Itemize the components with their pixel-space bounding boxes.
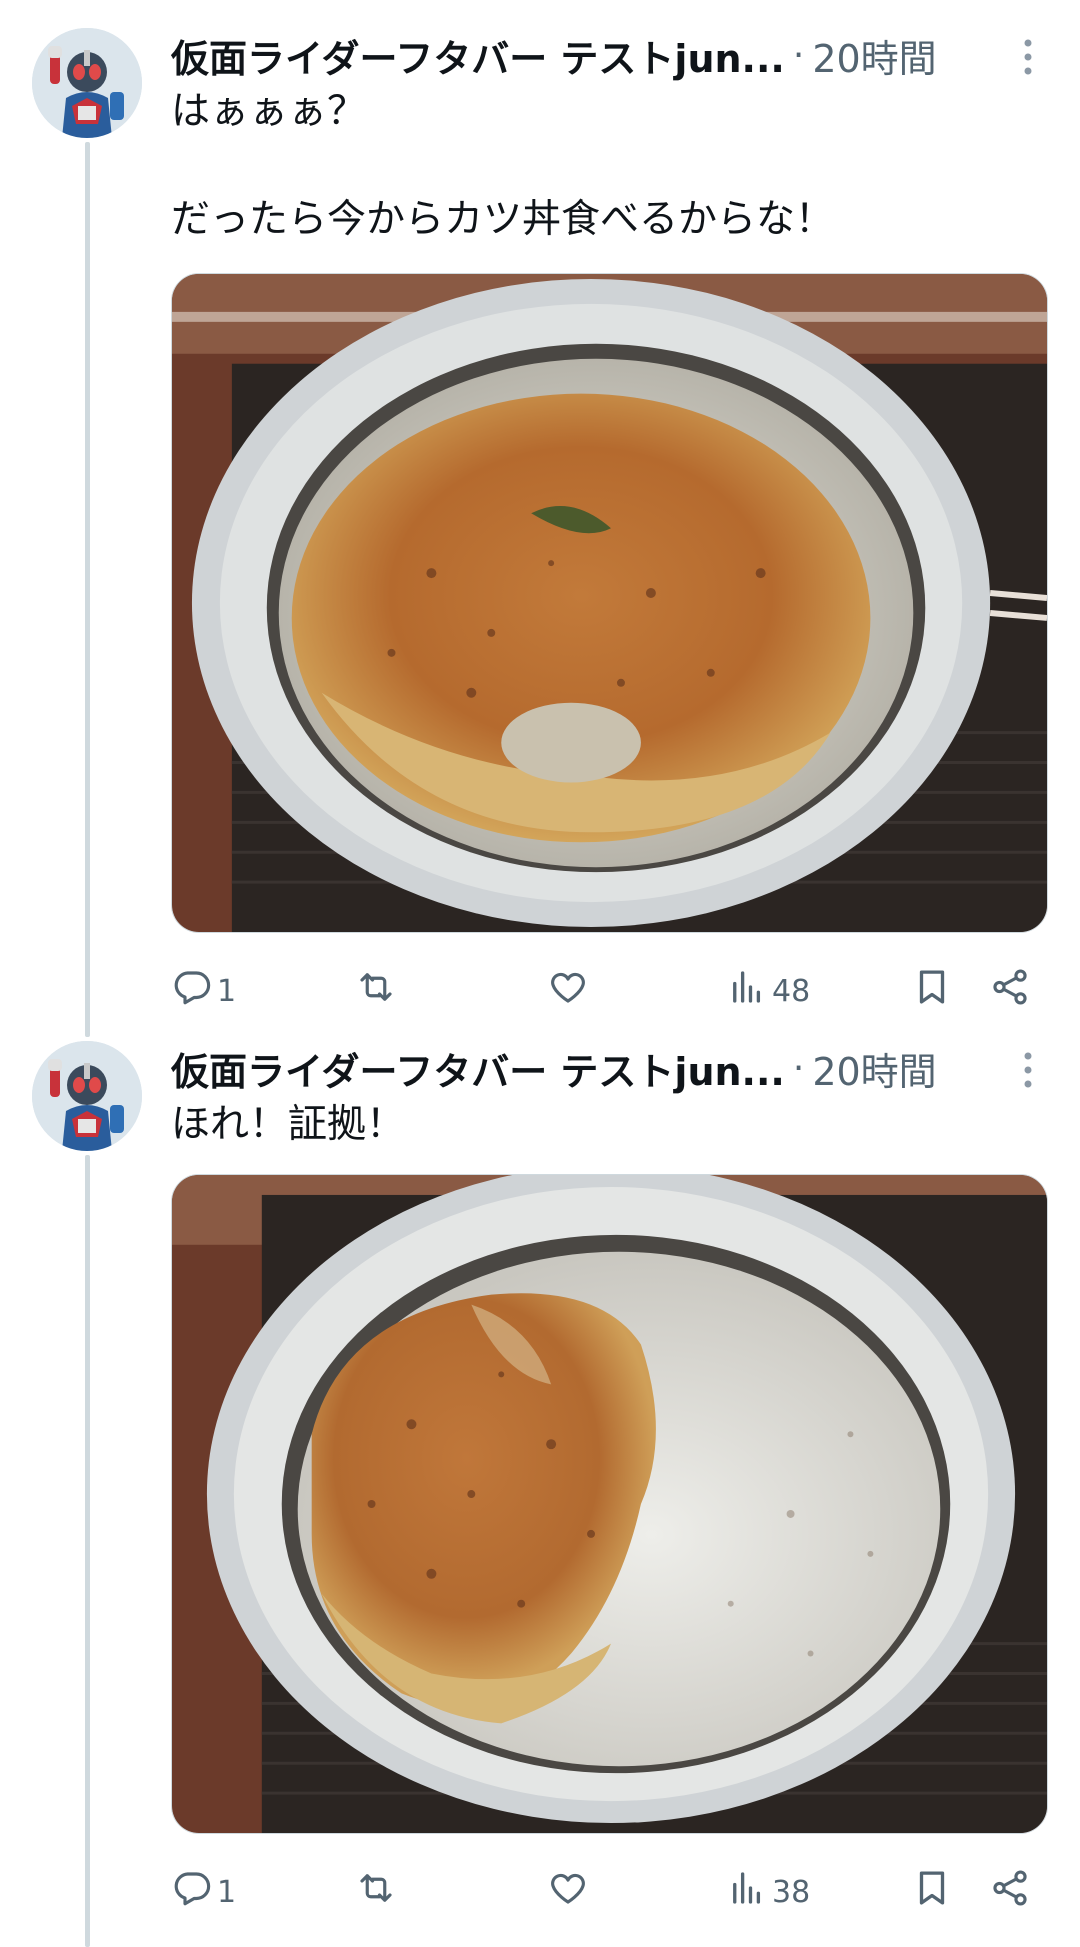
bookmark-button[interactable] [911, 1862, 953, 1922]
like-button[interactable] [547, 961, 593, 1021]
tweet-text-line: はぁぁぁ？ [171, 89, 367, 134]
retweet-icon [355, 1867, 397, 1917]
author-name[interactable]: 仮面ライダーフタバー テストjun... [171, 1041, 785, 1096]
views-button[interactable]: 48 [726, 961, 810, 1021]
tweet[interactable]: 仮面ライダーフタバー テストjun... · 20時間 ほれ！証拠！ 1 38 [0, 1038, 1080, 1938]
reply-button[interactable]: 1 [171, 961, 236, 1021]
timestamp[interactable]: 20時間 [812, 1041, 936, 1096]
avatar[interactable] [32, 1041, 142, 1151]
tweet-text-line [171, 139, 1048, 193]
tweet-text-line: ほれ！証拠！ [171, 1102, 406, 1147]
tweet[interactable]: 仮面ライダーフタバー テストjun... · 20時間 はぁぁぁ？ だったら今か… [0, 25, 1080, 1015]
bookmark-button[interactable] [911, 961, 953, 1021]
like-icon [547, 1867, 589, 1917]
tweet-photo[interactable] [171, 273, 1048, 933]
retweet-icon [355, 966, 397, 1016]
share-button[interactable] [989, 961, 1031, 1021]
share-icon [989, 1867, 1031, 1917]
reply-icon [171, 1867, 213, 1917]
timestamp[interactable]: 20時間 [812, 28, 936, 83]
tweet-header: 仮面ライダーフタバー テストjun... · 20時間 [171, 25, 1048, 85]
more-icon[interactable] [1008, 1048, 1048, 1092]
next-tweet-peek [0, 1935, 1080, 1947]
tweet-actions: 1 38 [171, 1862, 1048, 1922]
reply-count: 1 [217, 973, 237, 1009]
separator: · [792, 1047, 805, 1089]
separator: · [792, 34, 805, 76]
views-icon [726, 1867, 768, 1917]
reply-button[interactable]: 1 [171, 1862, 236, 1922]
more-icon[interactable] [1008, 35, 1048, 79]
views-count: 48 [772, 973, 811, 1009]
bookmark-icon [911, 1867, 953, 1917]
bookmark-icon [911, 966, 953, 1016]
like-icon [547, 966, 589, 1016]
views-button[interactable]: 38 [726, 1862, 810, 1922]
like-button[interactable] [547, 1862, 593, 1922]
tweet-text: はぁぁぁ？ だったら今からカツ丼食べるからな！ [171, 85, 1048, 247]
views-count: 38 [772, 1874, 811, 1910]
share-icon [989, 966, 1031, 1016]
tweet-text-line: だったら今からカツ丼食べるからな！ [171, 197, 835, 242]
tweet-header: 仮面ライダーフタバー テストjun... · 20時間 [171, 1038, 1048, 1098]
author-name[interactable]: 仮面ライダーフタバー テストjun... [171, 28, 785, 83]
tweet-text: ほれ！証拠！ [171, 1098, 1048, 1152]
avatar[interactable] [32, 28, 142, 138]
views-icon [726, 966, 768, 1016]
timeline-feed: 仮面ライダーフタバー テストjun... · 20時間 はぁぁぁ？ だったら今か… [0, 0, 1080, 1947]
retweet-button[interactable] [355, 1862, 401, 1922]
reply-icon [171, 966, 213, 1016]
tweet-actions: 1 48 [171, 961, 1048, 1021]
tweet-photo[interactable] [171, 1174, 1048, 1834]
share-button[interactable] [989, 1862, 1031, 1922]
reply-count: 1 [217, 1874, 237, 1910]
retweet-button[interactable] [355, 961, 401, 1021]
